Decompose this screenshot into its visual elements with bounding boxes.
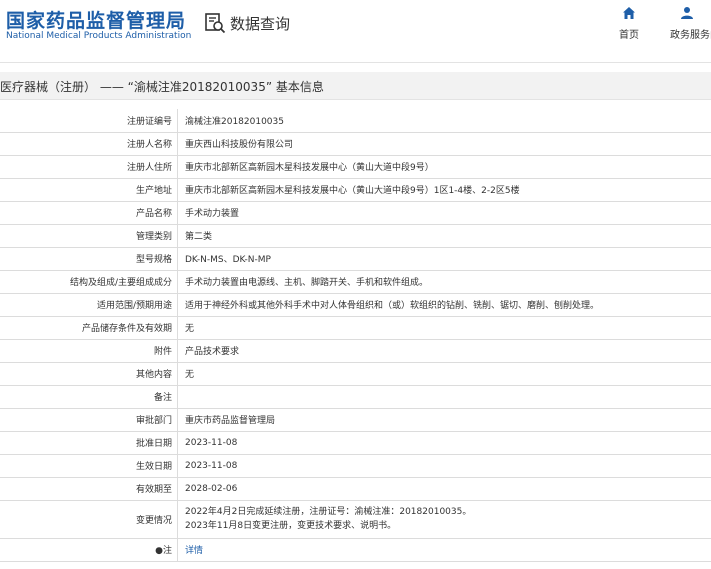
table-row: 注册人名称 重庆西山科技股份有限公司 (0, 132, 711, 156)
row-value: DK-N-MS、DK-N-MP (177, 247, 711, 271)
change-details: 2022年4月2日完成延续注册，注册证号：渝械注准：20182010035。 2… (177, 500, 711, 539)
row-value: 渝械注准20182010035 (177, 109, 711, 133)
data-query-label: 数据查询 (230, 14, 291, 33)
table-row: 管理类别 第二类 (0, 224, 711, 248)
table-row: 注册证编号 渝械注准20182010035 (0, 109, 711, 133)
table-row: 生产地址 重庆市北部新区高新园木星科技发展中心（黄山大道中段9号）1区1-4楼、2… (0, 178, 711, 202)
row-value: 手术动力装置由电源线、主机、脚踏开关、手机和软件组成。 (177, 270, 711, 294)
row-label: 备注 (0, 385, 178, 409)
search-document-icon (205, 13, 226, 34)
table-row-change: 变更情况 2022年4月2日完成延续注册，注册证号：渝械注准：201820100… (0, 500, 711, 539)
table-row: 产品储存条件及有效期无 (0, 316, 711, 340)
note-value: 详情 (177, 538, 711, 562)
table-row: 注册人住所 重庆市北部新区高新园木星科技发展中心（黄山大道中段9号） (0, 155, 711, 179)
row-label: 其他内容 (0, 362, 178, 386)
row-label: 生产地址 (0, 178, 178, 202)
row-value: 2023-11-08 (177, 431, 711, 455)
nav-home[interactable]: 首页 (616, 6, 642, 41)
table-row: 备注 (0, 385, 711, 409)
table-row: 批准日期 2023-11-08 (0, 431, 711, 455)
table-row: 型号规格 DK-N-MS、DK-N-MP (0, 247, 711, 271)
table-row: 产品名称 手术动力装置 (0, 201, 711, 225)
row-label: 注册人名称 (0, 132, 178, 156)
record-title: 医疗器械（注册） —— “渝械注准20182010035” 基本信息 (0, 80, 324, 94)
table-row: 适用范围/预期用途 适用于神经外科或其他外科手术中对人体骨组织和（或）软组织的钻削… (0, 293, 711, 317)
row-label: 管理类别 (0, 224, 178, 248)
row-value (177, 385, 711, 409)
row-value: 产品技术要求 (177, 339, 711, 363)
home-icon (623, 7, 635, 19)
row-label: 批准日期 (0, 431, 178, 455)
row-value: 重庆市北部新区高新园木星科技发展中心（黄山大道中段9号）1区1-4楼、2-2区5… (177, 178, 711, 202)
row-label: 注 (162, 546, 172, 556)
user-icon (681, 7, 693, 19)
row-label: 适用范围/预期用途 (0, 293, 178, 317)
row-value: 2028-02-06 (177, 477, 711, 501)
site-logo-en[interactable]: National Medical Products Administration (6, 31, 191, 41)
nav-gov-service[interactable]: 政务服务门 (665, 6, 711, 41)
row-value: 重庆市北部新区高新园木星科技发展中心（黄山大道中段9号） (177, 155, 711, 179)
table-row: 生效日期 2023-11-08 (0, 454, 711, 478)
table-row: 审批部门 重庆市药品监督管理局 (0, 408, 711, 432)
row-label: 结构及组成/主要组成成分 (0, 270, 178, 294)
row-label: 产品名称 (0, 201, 178, 225)
row-value: 第二类 (177, 224, 711, 248)
row-label: 附件 (0, 339, 178, 363)
change-line-1: 2022年4月2日完成延续注册，注册证号：渝械注准：20182010035。 (185, 507, 472, 517)
note-label-cell: ●注 (0, 538, 178, 562)
table-row-note: ●注 详情 (0, 538, 711, 562)
change-line-2: 2023年11月8日变更注册，变更技术要求、说明书。 (185, 521, 397, 531)
row-value: 无 (177, 362, 711, 386)
table-row: 结构及组成/主要组成成分 手术动力装置由电源线、主机、脚踏开关、手机和软件组成。 (0, 270, 711, 294)
row-label: 有效期至 (0, 477, 178, 501)
row-value: 重庆西山科技股份有限公司 (177, 132, 711, 156)
row-label: 生效日期 (0, 454, 178, 478)
record-title-bar: 医疗器械（注册） —— “渝械注准20182010035” 基本信息 (0, 72, 711, 100)
row-value: 重庆市药品监督管理局 (177, 408, 711, 432)
bulb-icon: ● (155, 546, 163, 556)
details-link[interactable]: 详情 (185, 546, 203, 556)
registration-info-table: 注册证编号 渝械注准20182010035 注册人名称 重庆西山科技股份有限公司 注… (0, 109, 711, 562)
row-value: 适用于神经外科或其他外科手术中对人体骨组织和（或）软组织的钻削、铣削、锯切、磨削… (177, 293, 711, 317)
table-row: 附件 产品技术要求 (0, 339, 711, 363)
row-label: 注册人住所 (0, 155, 178, 179)
nav-home-label: 首页 (619, 30, 639, 41)
row-label: 型号规格 (0, 247, 178, 271)
row-label: 产品储存条件及有效期 (0, 316, 178, 340)
row-label: 变更情况 (0, 500, 178, 539)
row-label: 审批部门 (0, 408, 178, 432)
row-value: 手术动力装置 (177, 201, 711, 225)
row-label: 注册证编号 (0, 109, 178, 133)
site-header: 国家药品监督管理局 National Medical Products Admi… (0, 0, 711, 63)
data-query-title: 数据查询 (204, 12, 290, 34)
table-row: 其他内容无 (0, 362, 711, 386)
site-logo-cn[interactable]: 国家药品监督管理局 (6, 6, 186, 33)
row-value: 2023-11-08 (177, 454, 711, 478)
nav-gov-label: 政务服务门 (670, 30, 711, 41)
table-row: 有效期至 2028-02-06 (0, 477, 711, 501)
row-value: 无 (177, 316, 711, 340)
